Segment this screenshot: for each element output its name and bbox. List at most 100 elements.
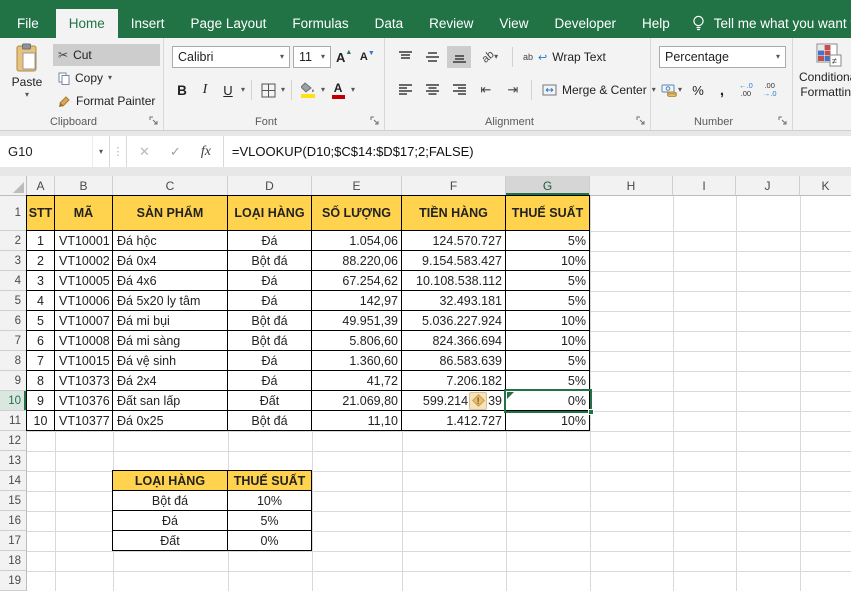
cell-B10[interactable]: VT10376 <box>55 391 113 411</box>
cell-G8[interactable]: 5% <box>506 351 590 371</box>
bottom-align-button[interactable] <box>447 46 471 68</box>
cell-D11[interactable]: Bột đá <box>228 411 312 431</box>
cell-C6[interactable]: Đá mi bụi <box>113 311 228 331</box>
cell-C14[interactable]: LOẠI HÀNG <box>113 471 228 491</box>
row-header-8[interactable]: 8 <box>0 351 26 371</box>
accounting-format-button[interactable]: ▾ <box>659 79 684 101</box>
cell-D5[interactable]: Đá <box>228 291 312 311</box>
cell-E1[interactable]: SỐ LƯỢNG <box>312 196 402 231</box>
cell-A2[interactable]: 1 <box>27 231 55 251</box>
cell-C3[interactable]: Đá 0x4 <box>113 251 228 271</box>
increase-indent-button[interactable]: ⇥ <box>501 79 525 101</box>
cell-E8[interactable]: 1.360,60 <box>312 351 402 371</box>
cell-E10[interactable]: 21.069,80 <box>312 391 402 411</box>
cell-F10[interactable]: 599.214 ! 39 <box>402 391 506 411</box>
center-button[interactable] <box>420 79 444 101</box>
cell-F11[interactable]: 1.412.727 <box>402 411 506 431</box>
borders-button[interactable] <box>258 79 278 101</box>
tab-file[interactable]: File <box>0 9 56 38</box>
tab-view[interactable]: View <box>486 9 541 38</box>
row-header-16[interactable]: 16 <box>0 511 26 531</box>
cut-button[interactable]: ✂ Cut <box>53 44 160 66</box>
row-header-1[interactable]: 1 <box>0 196 26 231</box>
tab-developer[interactable]: Developer <box>541 9 629 38</box>
cell-G11[interactable]: 10% <box>506 411 590 431</box>
percent-style-button[interactable]: % <box>688 79 708 101</box>
cell-A9[interactable]: 8 <box>27 371 55 391</box>
font-size-combobox[interactable]: 11 ▾ <box>293 46 331 68</box>
paste-button[interactable]: Paste ▾ <box>4 43 50 119</box>
underline-button[interactable]: U <box>218 79 238 101</box>
cell-F5[interactable]: 32.493.181 <box>402 291 506 311</box>
cell-C5[interactable]: Đá 5x20 ly tâm <box>113 291 228 311</box>
middle-align-button[interactable] <box>420 46 444 68</box>
cell-E5[interactable]: 142,97 <box>312 291 402 311</box>
cell-D8[interactable]: Đá <box>228 351 312 371</box>
tab-insert[interactable]: Insert <box>118 9 178 38</box>
cell-C8[interactable]: Đá vệ sinh <box>113 351 228 371</box>
cell-F3[interactable]: 9.154.583.427 <box>402 251 506 271</box>
top-align-button[interactable] <box>393 46 417 68</box>
format-painter-button[interactable]: Format Painter <box>53 90 160 112</box>
cell-A3[interactable]: 2 <box>27 251 55 271</box>
cell-G6[interactable]: 10% <box>506 311 590 331</box>
fill-handle[interactable] <box>588 409 594 415</box>
row-header-7[interactable]: 7 <box>0 331 26 351</box>
cell-E6[interactable]: 49.951,39 <box>312 311 402 331</box>
row-header-15[interactable]: 15 <box>0 491 26 511</box>
cell-C4[interactable]: Đá 4x6 <box>113 271 228 291</box>
cell-F7[interactable]: 824.366.694 <box>402 331 506 351</box>
cell-E2[interactable]: 1.054,06 <box>312 231 402 251</box>
col-header-J[interactable]: J <box>736 176 800 195</box>
cell-E9[interactable]: 41,72 <box>312 371 402 391</box>
cell-A1[interactable]: STT <box>27 196 55 231</box>
col-header-G[interactable]: G <box>506 176 590 195</box>
tab-data[interactable]: Data <box>362 9 417 38</box>
cell-A5[interactable]: 4 <box>27 291 55 311</box>
col-header-E[interactable]: E <box>312 176 402 195</box>
cell-F9[interactable]: 7.206.182 <box>402 371 506 391</box>
decrease-decimal-button[interactable]: .00→.0 <box>760 82 780 98</box>
cell-E4[interactable]: 67.254,62 <box>312 271 402 291</box>
copy-button[interactable]: Copy ▾ <box>53 67 160 89</box>
cell-D14[interactable]: THUẾ SUẤT <box>228 471 312 491</box>
row-header-18[interactable]: 18 <box>0 551 26 571</box>
col-header-A[interactable]: A <box>27 176 55 195</box>
cell-D2[interactable]: Đá <box>228 231 312 251</box>
cell-C1[interactable]: SẢN PHẨM <box>113 196 228 231</box>
cell-E7[interactable]: 5.806,60 <box>312 331 402 351</box>
cell-B4[interactable]: VT10005 <box>55 271 113 291</box>
cell-D9[interactable]: Đá <box>228 371 312 391</box>
cell-A10[interactable]: 9 <box>27 391 55 411</box>
cell-C7[interactable]: Đá mi sàng <box>113 331 228 351</box>
col-header-K[interactable]: K <box>800 176 851 195</box>
tab-page-layout[interactable]: Page Layout <box>178 9 280 38</box>
row-header-19[interactable]: 19 <box>0 571 26 591</box>
row-header-4[interactable]: 4 <box>0 271 26 291</box>
cell-F1[interactable]: TIỀN HÀNG <box>402 196 506 231</box>
row-header-9[interactable]: 9 <box>0 371 26 391</box>
cell-F4[interactable]: 10.108.538.112 <box>402 271 506 291</box>
col-header-H[interactable]: H <box>590 176 673 195</box>
col-header-I[interactable]: I <box>673 176 736 195</box>
cell-A7[interactable]: 6 <box>27 331 55 351</box>
bold-button[interactable]: B <box>172 79 192 101</box>
comma-style-button[interactable]: , <box>712 79 732 101</box>
align-right-button[interactable] <box>447 79 471 101</box>
cell-A4[interactable]: 3 <box>27 271 55 291</box>
cell-D6[interactable]: Bột đá <box>228 311 312 331</box>
fill-color-button[interactable] <box>298 79 318 101</box>
cell-F2[interactable]: 124.570.727 <box>402 231 506 251</box>
increase-decimal-button[interactable]: ←.0.00 <box>736 82 756 98</box>
font-name-combobox[interactable]: Calibri ▾ <box>172 46 290 68</box>
decrease-font-size-button[interactable]: A▼ <box>357 46 377 68</box>
cell-D17[interactable]: 0% <box>228 531 312 551</box>
align-left-button[interactable] <box>393 79 417 101</box>
cell-G1[interactable]: THUẾ SUẤT <box>506 196 590 231</box>
alignment-dialog-launcher-icon[interactable] <box>636 116 646 126</box>
cell-D3[interactable]: Bột đá <box>228 251 312 271</box>
cell-C11[interactable]: Đá 0x25 <box>113 411 228 431</box>
row-header-13[interactable]: 13 <box>0 451 26 471</box>
increase-font-size-button[interactable]: A▲ <box>334 46 354 68</box>
formula-input[interactable]: =VLOOKUP(D10;$C$14:$D$17;2;FALSE) <box>224 136 851 167</box>
